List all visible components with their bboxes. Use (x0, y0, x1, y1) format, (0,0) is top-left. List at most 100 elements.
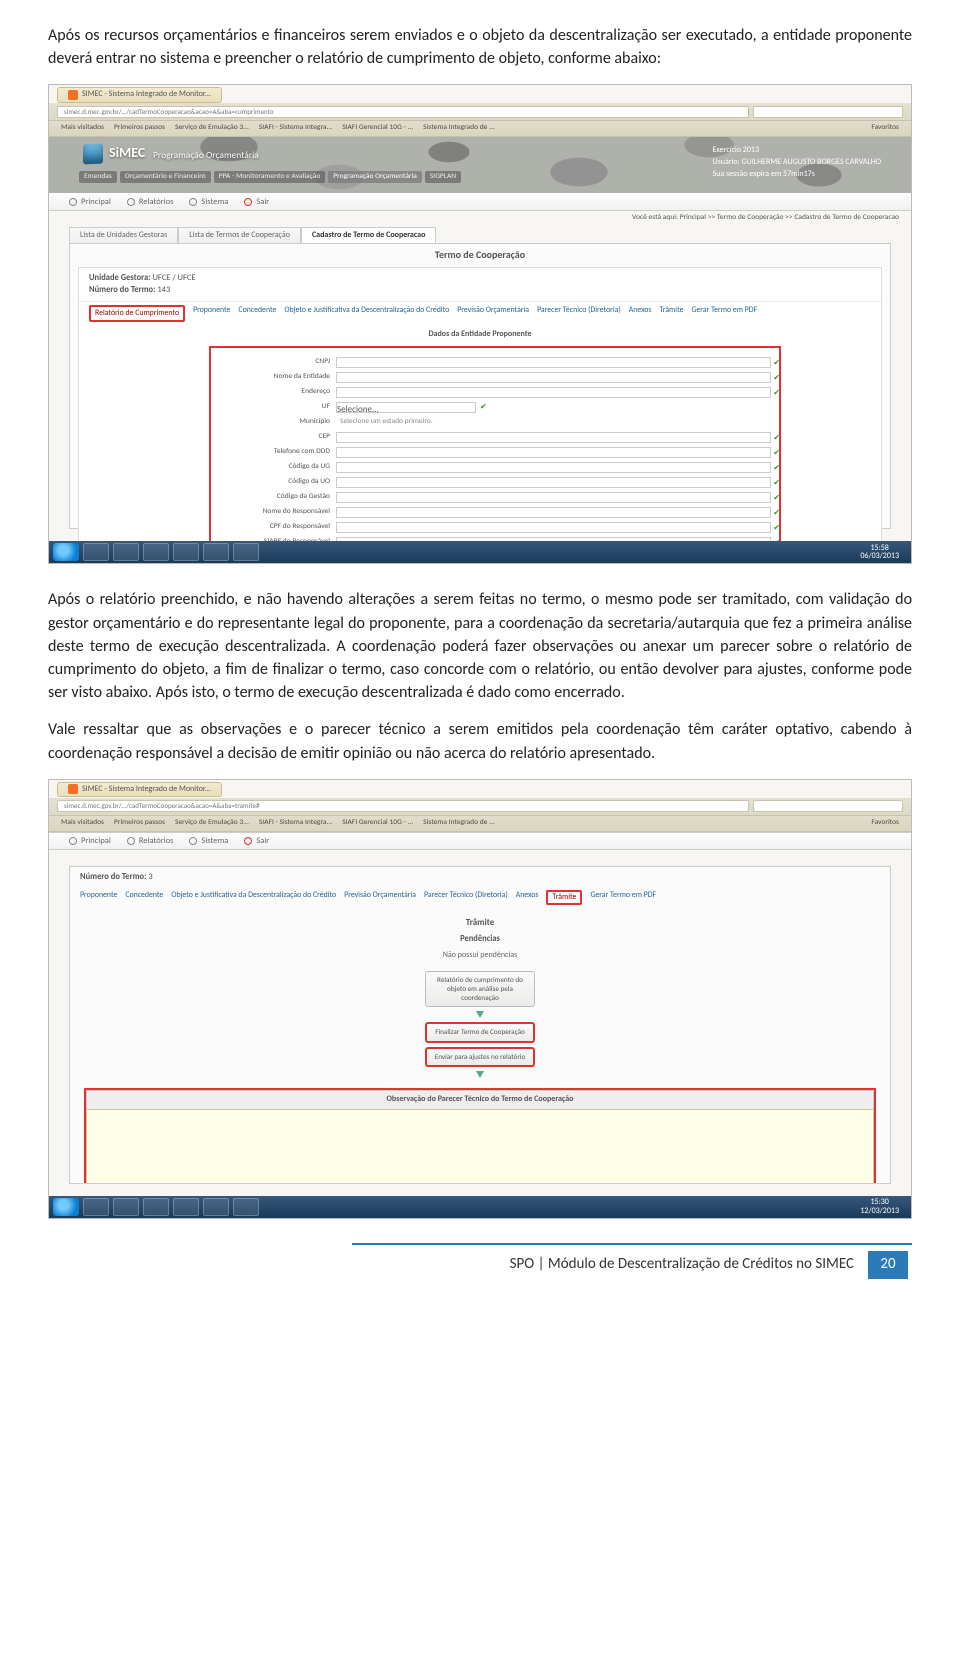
flow-action-devolver[interactable]: Enviar para ajustes no relatório (425, 1047, 535, 1068)
bookmark-item[interactable]: SIAFI Gerencial 10G - ... (342, 123, 413, 134)
windows-taskbar: 15:58 06/03/2013 (49, 541, 911, 563)
bookmark-item[interactable]: Serviço de Emulação 3... (175, 123, 249, 134)
taskbar-item[interactable] (113, 543, 139, 561)
page-number: 20 (868, 1251, 908, 1279)
cnpj-input[interactable]: ✔ (336, 357, 771, 368)
taskbar-item[interactable] (143, 543, 169, 561)
nav-relatorios[interactable]: Relatórios (127, 196, 174, 208)
url-input[interactable]: simec.d.mec.gov.br/…/cadTermoCooperacao&… (57, 106, 749, 118)
form-tab[interactable]: Proponente (193, 305, 230, 322)
simec-subtitle: Programação Orçamentária (153, 149, 259, 163)
form-tab[interactable]: Anexos (516, 890, 539, 905)
bookmark-item[interactable]: Primeiros passos (114, 818, 165, 829)
endereco-input[interactable]: ✔ (336, 387, 771, 398)
bookmark-item[interactable]: SIAFI Gerencial 10G - ... (342, 818, 413, 829)
taskbar-item[interactable] (203, 543, 229, 561)
form-tab[interactable]: Parecer Técnico (Diretoria) (424, 890, 508, 905)
nome-responsavel-input[interactable]: ✔ (336, 507, 771, 518)
bookmark-item[interactable]: SIAFI - Sistema Integra... (259, 818, 332, 829)
field-label: Código da Gestão (211, 492, 336, 503)
nome-entidade-input[interactable]: ✔ (336, 372, 771, 383)
simec-cube-icon (83, 143, 103, 164)
taskbar-clock: 15:30 12/03/2013 (860, 1198, 907, 1216)
module-tab[interactable]: Orçamentário e Financeiro (120, 171, 211, 184)
form-tab[interactable]: Concedente (125, 890, 163, 905)
module-tab-active[interactable]: Programação Orçamentária (328, 171, 422, 184)
module-tab[interactable]: Emendas (79, 171, 117, 184)
codigo-uo-input[interactable]: ✔ (336, 477, 771, 488)
nav-relatorios[interactable]: Relatórios (127, 835, 174, 847)
observacao-textarea[interactable] (86, 1109, 874, 1184)
form-tab-tramite[interactable]: Trâmite (546, 890, 582, 905)
taskbar-item[interactable] (173, 543, 199, 561)
windows-taskbar: 15:30 12/03/2013 (49, 1196, 911, 1218)
bookmark-favorites[interactable]: Favoritos (871, 818, 899, 829)
taskbar-item[interactable] (173, 1198, 199, 1216)
nav-sair[interactable]: Sair (244, 835, 269, 847)
nav-sistema[interactable]: Sistema (189, 835, 228, 847)
form-tab[interactable]: Trâmite (659, 305, 683, 322)
bookmark-item[interactable]: Sistema Integrado de ... (423, 818, 495, 829)
nav-principal[interactable]: Principal (69, 196, 111, 208)
footer-divider (352, 1243, 912, 1245)
form-tab[interactable]: Parecer Técnico (Diretoria) (537, 305, 621, 322)
start-button[interactable] (53, 543, 79, 561)
inner-tab[interactable]: Lista de Termos de Cooperação (178, 227, 301, 244)
telefone-input[interactable]: ✔ (336, 447, 771, 458)
observacao-block: Observação do Parecer Técnico do Termo d… (84, 1088, 876, 1183)
bookmark-favorites[interactable]: Favoritos (871, 123, 899, 134)
form-tab[interactable]: Concedente (238, 305, 276, 322)
bookmark-item[interactable]: Primeiros passos (114, 123, 165, 134)
form-tab[interactable]: Objeto e Justificativa da Descentralizaç… (284, 305, 449, 322)
browser-tab[interactable]: SIMEC - Sistema Integrado de Monitor... (57, 87, 222, 103)
nav-principal[interactable]: Principal (69, 835, 111, 847)
form-tab[interactable]: Anexos (629, 305, 652, 322)
bookmark-item[interactable]: Sistema Integrado de ... (423, 123, 495, 134)
bookmark-item[interactable]: Mais visitados (61, 818, 104, 829)
form-tab[interactable]: Previsão Orçamentária (344, 890, 416, 905)
check-icon: ✔ (773, 523, 780, 535)
form-tab[interactable]: Gerar Termo em PDF (590, 890, 656, 905)
taskbar-item[interactable] (83, 543, 109, 561)
firefox-icon (68, 90, 78, 100)
taskbar-item[interactable] (233, 543, 259, 561)
bookmarks-bar: Mais visitados Primeiros passos Serviço … (49, 816, 911, 832)
nav-sistema[interactable]: Sistema (189, 196, 228, 208)
browser-tab-title: SIMEC - Sistema Integrado de Monitor... (82, 89, 211, 101)
taskbar-item[interactable] (143, 1198, 169, 1216)
form-tab[interactable]: Previsão Orçamentária (457, 305, 529, 322)
form-tab-relatorio[interactable]: Relatório de Cumprimento (89, 305, 185, 322)
exit-icon (244, 837, 252, 845)
form-tab[interactable]: Gerar Termo em PDF (692, 305, 758, 322)
browser-search-input[interactable] (753, 800, 903, 812)
paragraph-3: Vale ressaltar que as observações e o pa… (48, 718, 912, 764)
nav-sair[interactable]: Sair (244, 196, 269, 208)
taskbar-item[interactable] (203, 1198, 229, 1216)
codigo-gestao-input[interactable]: ✔ (336, 492, 771, 503)
taskbar-clock: 15:58 06/03/2013 (860, 544, 907, 562)
browser-search-input[interactable] (753, 106, 903, 118)
taskbar-item[interactable] (233, 1198, 259, 1216)
taskbar-item[interactable] (83, 1198, 109, 1216)
bookmark-item[interactable]: Mais visitados (61, 123, 104, 134)
module-tab[interactable]: SIGPLAN (425, 171, 461, 184)
form-tab[interactable]: Proponente (80, 890, 117, 905)
url-input[interactable]: simec.d.mec.gov.br/…/cadTermoCooperacao&… (57, 800, 749, 812)
start-button[interactable] (53, 1198, 79, 1216)
field-label: Código da UG (211, 462, 336, 473)
codigo-ug-input[interactable]: ✔ (336, 462, 771, 473)
report-icon (127, 837, 135, 845)
flow-action-finalizar[interactable]: Finalizar Termo de Cooperação (425, 1022, 535, 1043)
cpf-responsavel-input[interactable]: ✔ (336, 522, 771, 533)
inner-tab-active[interactable]: Cadastro de Termo de Cooperacao (301, 227, 437, 244)
browser-tab[interactable]: SIMEC - Sistema Integrado de Monitor... (57, 782, 222, 798)
bookmark-item[interactable]: SIAFI - Sistema Integra... (259, 123, 332, 134)
uf-select[interactable]: Selecione... (336, 402, 476, 413)
cep-input[interactable]: ✔ (336, 432, 771, 443)
bookmark-item[interactable]: Serviço de Emulação 3... (175, 818, 249, 829)
inner-tab[interactable]: Lista de Unidades Gestoras (69, 227, 178, 244)
module-tab[interactable]: PPA - Monitoramento e Avaliação (214, 171, 326, 184)
taskbar-item[interactable] (113, 1198, 139, 1216)
simec-name: SiMEC (109, 143, 145, 163)
form-tab[interactable]: Objeto e Justificativa da Descentralizaç… (171, 890, 336, 905)
